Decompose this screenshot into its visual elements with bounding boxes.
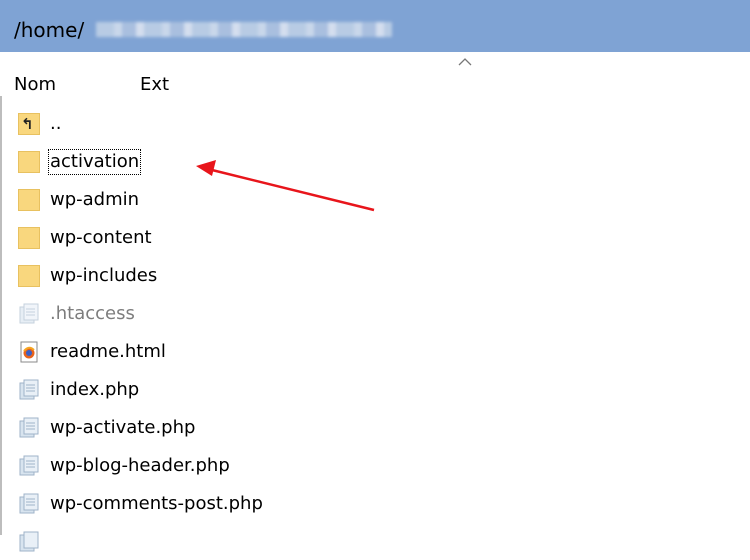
file-row-wp-blog-header[interactable]: wp-blog-header.php (14, 446, 614, 484)
generic-file-icon (19, 455, 39, 476)
generic-file-icon (19, 417, 39, 438)
file-name: wp-includes (50, 265, 158, 286)
list-left-border (0, 96, 2, 535)
column-ext-header[interactable]: Ext (140, 74, 169, 95)
file-name: wp-blog-header.php (50, 455, 230, 476)
file-name: wp-admin (50, 189, 140, 210)
file-row-index-php[interactable]: index.php (14, 370, 614, 408)
file-row-wp-includes[interactable]: wp-includes (14, 256, 614, 294)
file-name: .. (50, 113, 62, 134)
generic-file-icon (19, 303, 39, 324)
file-name: wp-content (50, 227, 152, 248)
file-name: readme.html (50, 341, 166, 362)
generic-file-icon (19, 531, 39, 552)
file-row-wp-content[interactable]: wp-content (14, 218, 614, 256)
column-name-header[interactable]: Nom (14, 74, 56, 95)
file-name: index.php (50, 379, 140, 400)
file-row-wp-admin[interactable]: wp-admin (14, 180, 614, 218)
redacted-path (96, 22, 392, 37)
generic-file-icon (19, 379, 39, 400)
generic-file-icon (19, 493, 39, 514)
path-bar[interactable]: /home/ (0, 0, 750, 52)
file-row-parent[interactable]: ↰ .. (14, 104, 614, 142)
sort-ascending-icon (458, 58, 472, 66)
file-name: .htaccess (50, 303, 135, 324)
file-name: wp-activate.php (50, 417, 196, 438)
path-text: /home/ (14, 18, 85, 42)
file-row-readme[interactable]: readme.html (14, 332, 614, 370)
file-row-activation[interactable]: activation (14, 142, 614, 180)
file-row-htaccess[interactable]: .htaccess (14, 294, 614, 332)
parent-folder-icon: ↰ (18, 113, 40, 135)
folder-icon (18, 189, 40, 211)
file-name: activation (47, 149, 142, 175)
folder-icon (18, 265, 40, 287)
file-row-partial (14, 522, 614, 560)
folder-icon (18, 227, 40, 249)
folder-icon (18, 151, 40, 173)
html-file-icon (20, 341, 38, 363)
column-header: Nom Ext (0, 52, 750, 96)
file-row-wp-activate[interactable]: wp-activate.php (14, 408, 614, 446)
file-name: wp-comments-post.php (50, 493, 263, 514)
file-row-wp-comments-post[interactable]: wp-comments-post.php (14, 484, 614, 522)
